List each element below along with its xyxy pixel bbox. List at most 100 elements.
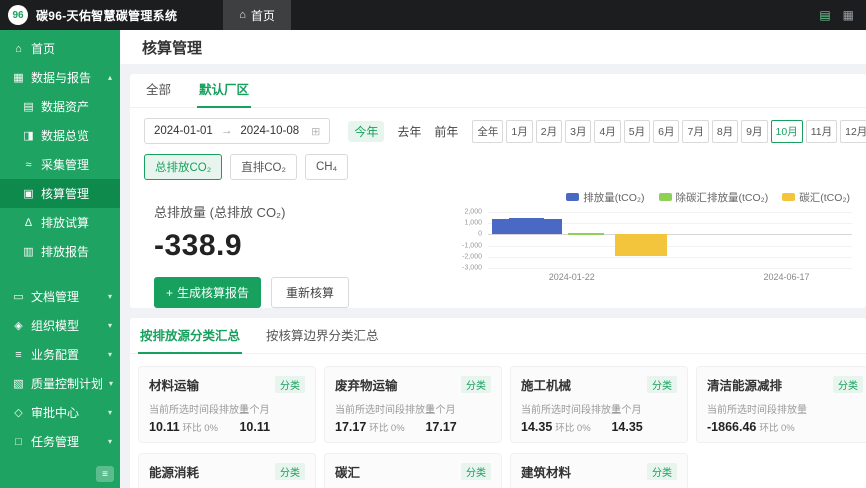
quick-range-button-1[interactable]: 去年 xyxy=(397,123,421,140)
current-period-value: 17.17环比 0% xyxy=(335,420,425,434)
y-axis-tick: 1,000 xyxy=(464,220,482,227)
month-button-2[interactable]: 2月 xyxy=(536,120,562,143)
chart-bar xyxy=(568,233,604,235)
month-button-9[interactable]: 9月 xyxy=(741,120,767,143)
breakdown-tab-0[interactable]: 按排放源分类汇总 xyxy=(138,325,242,353)
value-number: 17.17 xyxy=(335,420,366,434)
metric-cards-grid: 材料运输分类当前所选时间段排放量10.11环比 0%上个月10.11废弃物运输分… xyxy=(130,354,866,488)
month-button-7[interactable]: 7月 xyxy=(682,120,708,143)
chart-bar xyxy=(492,219,510,234)
legend-item-1: 除碳汇排放量(tCO₂) xyxy=(659,190,769,205)
current-period-value: 14.35环比 0% xyxy=(521,420,611,434)
data-report-icon: ▦ xyxy=(12,71,25,84)
mom-ratio: 环比 0% xyxy=(555,423,590,434)
chevron-down-icon: ▾ xyxy=(109,379,113,388)
sidebar-item-7[interactable]: ▥ 排放报告 xyxy=(0,237,120,266)
current-period-block: 当前所选时间段排放量10.11环比 0% xyxy=(149,401,239,434)
gas-tab-1[interactable]: 直排CO₂ xyxy=(230,154,297,180)
category-badge[interactable]: 分类 xyxy=(647,463,677,480)
tab-home-label: 首页 xyxy=(251,7,275,24)
chevron-down-icon: ▾ xyxy=(108,292,112,301)
month-button-1[interactable]: 1月 xyxy=(506,120,532,143)
sidebar-item-8[interactable]: ▭文档管理▾ xyxy=(0,282,120,311)
plant-tab-0[interactable]: 全部 xyxy=(144,79,173,107)
category-badge[interactable]: 分类 xyxy=(461,376,491,393)
month-button-10[interactable]: 10月 xyxy=(771,120,803,143)
topbar-actions: ▤ ▦ xyxy=(819,8,866,22)
month-button-11[interactable]: 11月 xyxy=(806,120,837,143)
category-badge[interactable]: 分类 xyxy=(647,376,677,393)
chart-plot xyxy=(488,212,852,268)
y-axis-tick: -1,000 xyxy=(462,242,482,249)
date-range-input[interactable]: 2024-01-01 → 2024-10-08 ⊞ xyxy=(144,118,330,144)
gas-tabs: 总排放CO₂ 直排CO₂ CH₄ xyxy=(130,152,866,188)
mom-ratio: 环比 0% xyxy=(369,423,404,434)
app-logo-icon: 96 xyxy=(8,5,28,25)
category-badge[interactable]: 分类 xyxy=(833,376,863,393)
gas-tab-0[interactable]: 总排放CO₂ xyxy=(144,154,222,180)
chart-gridline xyxy=(488,246,852,247)
sidebar-item-5[interactable]: ▣核算管理 xyxy=(0,179,120,208)
metric-card: 施工机械分类当前所选时间段排放量14.35环比 0%上个月14.35 xyxy=(510,366,688,443)
sidebar-nav: ⌂首页▦数据与报告▴▤数据资产◨数据总览≈采集管理▣核算管理∆排放试算 ▥ 排放报告… xyxy=(0,34,120,456)
metric-card-header: 能源消耗分类 xyxy=(149,462,305,481)
sidebar-item-9[interactable]: ◈组织模型▾ xyxy=(0,311,120,340)
current-period-value: -1866.46环比 0% xyxy=(707,420,797,434)
sidebar-item-1[interactable]: ▦数据与报告▴ xyxy=(0,63,120,92)
gas-tab-2[interactable]: CH₄ xyxy=(305,154,348,180)
sidebar-item-2[interactable]: ▤数据资产 xyxy=(0,92,120,121)
month-button-0[interactable]: 全年 xyxy=(472,120,503,143)
sidebar-item-0[interactable]: ⌂首页 xyxy=(0,34,120,63)
x-axis: 2024-01-222024-06-17 xyxy=(488,272,852,286)
month-button-4[interactable]: 4月 xyxy=(594,120,620,143)
current-period-label: 当前所选时间段排放量 xyxy=(707,401,797,416)
sidebar-item-4[interactable]: ≈采集管理 xyxy=(0,150,120,179)
month-button-8[interactable]: 8月 xyxy=(712,120,738,143)
month-button-6[interactable]: 6月 xyxy=(653,120,679,143)
prev-month-label: 上个月 xyxy=(425,401,491,416)
sidebar-item-label: 文档管理 xyxy=(31,288,79,305)
sidebar-item-3[interactable]: ◨数据总览 xyxy=(0,121,120,150)
chevron-up-icon: ▴ xyxy=(108,73,112,82)
quick-range-button-2[interactable]: 前年 xyxy=(434,123,458,140)
sidebar-item-13[interactable]: □任务管理▾ xyxy=(0,427,120,456)
breakdown-tab-1[interactable]: 按核算边界分类汇总 xyxy=(264,325,381,353)
report-icon[interactable]: ▤ xyxy=(819,8,830,22)
summary-buttons: + 生成核算报告 重新核算 xyxy=(154,277,454,308)
page-header: 核算管理 xyxy=(120,30,866,64)
sidebar: ⌂首页▦数据与报告▴▤数据资产◨数据总览≈采集管理▣核算管理∆排放试算 ▥ 排放报告… xyxy=(0,30,120,488)
legend-label: 除碳汇排放量(tCO₂) xyxy=(676,190,769,205)
sidebar-item-label: 排放报告 xyxy=(41,243,89,260)
chart-gridline xyxy=(488,212,852,213)
month-button-3[interactable]: 3月 xyxy=(565,120,591,143)
sidebar-item-10[interactable]: ≡业务配置▾ xyxy=(0,340,120,369)
metric-card: 能源消耗分类当前所选时间段排放量2104.32环比 0%上个月2104.32 xyxy=(138,453,316,488)
app-root: 96 碳96-天佑智慧碳管理系统 ⌂ 首页 ▤ ▦ ⌂首页▦数据与报告▴▤数据资… xyxy=(0,0,866,488)
collapse-sidebar-icon[interactable]: ≡ xyxy=(96,466,114,482)
sidebar-item-label: 业务配置 xyxy=(31,346,79,363)
tab-home[interactable]: ⌂ 首页 xyxy=(223,0,291,30)
prev-month-block: 上个月10.11 xyxy=(239,401,305,434)
quick-range-button-0[interactable]: 今年 xyxy=(348,121,384,142)
total-emission-label: 总排放量 (总排放 CO₂) xyxy=(154,202,454,221)
org-model-icon: ◈ xyxy=(12,319,25,332)
home-icon: ⌂ xyxy=(239,9,246,21)
plant-tab-1[interactable]: 默认厂区 xyxy=(197,79,251,107)
sidebar-item-6[interactable]: ∆排放试算 xyxy=(0,208,120,237)
date-end: 2024-10-08 xyxy=(240,125,299,137)
sidebar-item-11[interactable]: ▧质量控制计划▾ xyxy=(0,369,120,398)
sidebar-item-12[interactable]: ◇审批中心▾ xyxy=(0,398,120,427)
generate-report-button[interactable]: + 生成核算报告 xyxy=(154,277,261,308)
sidebar-item-label: 数据总览 xyxy=(41,127,89,144)
month-button-5[interactable]: 5月 xyxy=(624,120,650,143)
sidebar-item-label: 采集管理 xyxy=(41,156,89,173)
prev-month-label: 上个月 xyxy=(239,401,305,416)
category-badge[interactable]: 分类 xyxy=(275,376,305,393)
metric-card-body: 当前所选时间段排放量14.35环比 0%上个月14.35 xyxy=(521,401,677,434)
month-button-12[interactable]: 12月 xyxy=(840,120,866,143)
layout-grid-icon[interactable]: ▦ xyxy=(843,8,854,22)
category-badge[interactable]: 分类 xyxy=(275,463,305,480)
category-badge[interactable]: 分类 xyxy=(461,463,491,480)
emission-report-icon: ▥ xyxy=(22,245,35,258)
recalculate-button[interactable]: 重新核算 xyxy=(271,277,349,308)
